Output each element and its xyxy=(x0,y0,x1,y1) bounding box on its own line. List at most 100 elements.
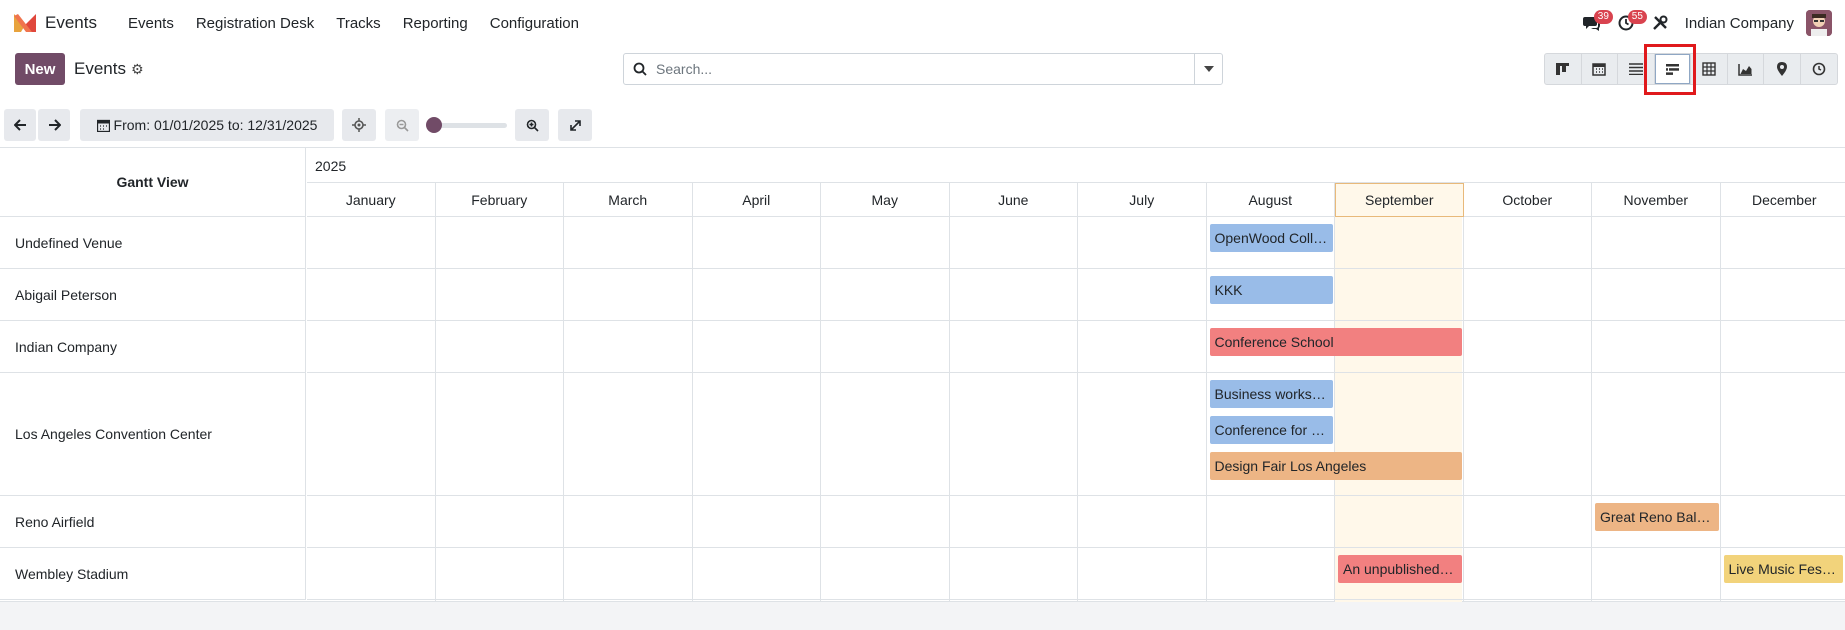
events-app-icon xyxy=(14,14,36,32)
map-view-button[interactable] xyxy=(1764,54,1801,84)
app-brand[interactable]: Events xyxy=(12,12,97,34)
kanban-view-button[interactable] xyxy=(1545,54,1582,84)
previous-period-button[interactable] xyxy=(4,109,36,141)
gantt-pill[interactable]: Business works… xyxy=(1209,380,1333,408)
new-button[interactable]: New xyxy=(15,53,65,85)
row-label[interactable]: Abigail Peterson xyxy=(0,269,306,321)
month-header-march: March xyxy=(564,183,693,217)
date-range-label: From: 01/01/2025 to: 12/31/2025 xyxy=(113,117,318,133)
gear-icon[interactable]: ⚙ xyxy=(131,61,144,78)
graph-view-button[interactable] xyxy=(1728,54,1764,84)
gantt-pill-label: Great Reno Ball… xyxy=(1600,509,1714,525)
row-label[interactable]: Reno Airfield xyxy=(0,496,306,548)
pivot-view-button[interactable] xyxy=(1691,54,1728,84)
focus-today-button[interactable] xyxy=(342,109,376,141)
date-range-picker[interactable]: From: 01/01/2025 to: 12/31/2025 xyxy=(80,109,334,141)
gantt-pill-label: Business works… xyxy=(1214,386,1326,402)
gantt-pill[interactable]: Conference for … xyxy=(1209,416,1333,444)
menu-item-registration-desk[interactable]: Registration Desk xyxy=(185,15,325,32)
caret-down-icon xyxy=(1203,66,1214,72)
row-cells[interactable] xyxy=(307,548,1845,600)
menu-item-reporting[interactable]: Reporting xyxy=(392,15,479,32)
list-view-button[interactable] xyxy=(1618,54,1655,84)
debug-tools-button[interactable] xyxy=(1643,0,1677,46)
gantt-pill-label: Design Fair Los Angeles xyxy=(1214,458,1367,474)
kanban-view-icon xyxy=(1556,63,1570,75)
expand-button[interactable] xyxy=(558,109,592,141)
systray: 39 55 Indian Company xyxy=(1575,0,1845,46)
arrow-right-icon xyxy=(48,119,61,131)
gantt-pill-label: Live Music Festi… xyxy=(1728,561,1839,577)
gantt-view: Gantt View 2025 January February March Apri… xyxy=(0,148,1845,602)
graph-view-icon xyxy=(1738,63,1752,76)
top-navbar: Events Events Registration Desk Tracks R… xyxy=(0,0,1845,46)
crosshair-icon xyxy=(352,118,366,132)
map-marker-icon xyxy=(1776,62,1787,76)
search-icon xyxy=(624,54,656,84)
gantt-pill-label: Conference for … xyxy=(1214,422,1326,438)
calendar-icon xyxy=(96,119,110,132)
gantt-pill[interactable]: Design Fair Los Angeles xyxy=(1209,452,1462,480)
main-menu: Events Registration Desk Tracks Reportin… xyxy=(117,15,590,32)
month-header-february: February xyxy=(435,183,564,217)
gantt-pill[interactable]: An unpublished… xyxy=(1338,555,1462,583)
gantt-title: Gantt View xyxy=(0,148,306,217)
row-cells[interactable] xyxy=(307,217,1845,269)
zoom-out-icon xyxy=(396,119,409,132)
calendar-view-icon xyxy=(1592,63,1606,76)
app-name: Events xyxy=(45,13,97,32)
month-header-september: September xyxy=(1335,183,1464,217)
menu-item-configuration[interactable]: Configuration xyxy=(479,15,590,32)
gantt-pill[interactable]: Great Reno Ball… xyxy=(1595,503,1719,531)
activities-button[interactable]: 55 xyxy=(1609,0,1647,46)
menu-item-events[interactable]: Events xyxy=(117,15,185,32)
gantt-pill[interactable]: KKK xyxy=(1209,276,1333,304)
month-header-may: May xyxy=(821,183,950,217)
calendar-view-button[interactable] xyxy=(1582,54,1618,84)
page-title: Events xyxy=(74,59,126,78)
gantt-pill-label: KKK xyxy=(1214,282,1243,298)
user-avatar[interactable] xyxy=(1806,10,1832,36)
gantt-pill-label: OpenWood Coll… xyxy=(1214,230,1328,246)
pivot-view-icon xyxy=(1702,62,1716,76)
row-label[interactable]: Los Angeles Convention Center xyxy=(0,373,306,496)
gantt-view-icon xyxy=(1665,63,1679,75)
row-label[interactable]: Indian Company xyxy=(0,321,306,373)
zoom-in-button[interactable] xyxy=(515,109,549,141)
zoom-out-button[interactable] xyxy=(385,109,419,141)
month-header-august: August xyxy=(1206,183,1335,217)
row-label[interactable]: Wembley Stadium xyxy=(0,548,306,600)
zoom-in-icon xyxy=(526,119,539,132)
month-header-june: June xyxy=(949,183,1078,217)
zoom-slider-handle[interactable] xyxy=(426,117,442,133)
month-header-october: October xyxy=(1463,183,1592,217)
next-period-button[interactable] xyxy=(38,109,70,141)
breadcrumb: Events ⚙ xyxy=(74,59,144,79)
gantt-pill[interactable]: OpenWood Coll… xyxy=(1209,224,1333,252)
list-view-icon xyxy=(1628,63,1643,75)
menu-item-tracks[interactable]: Tracks xyxy=(325,15,391,32)
activity-view-button[interactable] xyxy=(1801,54,1838,84)
month-header-july: July xyxy=(1078,183,1207,217)
gantt-pill[interactable]: Live Music Festi… xyxy=(1723,555,1843,583)
search-options-toggle[interactable] xyxy=(1194,54,1222,84)
row-label[interactable]: Undefined Venue xyxy=(0,217,306,269)
company-switcher[interactable]: Indian Company xyxy=(1685,15,1794,32)
row-cells[interactable] xyxy=(307,269,1845,321)
month-header-april: April xyxy=(692,183,821,217)
month-header-november: November xyxy=(1592,183,1721,217)
gantt-year-header: 2025 xyxy=(307,148,1845,183)
messages-button[interactable]: 39 xyxy=(1575,0,1613,46)
gantt-pill-label: Conference School xyxy=(1214,334,1334,350)
gantt-view-button[interactable] xyxy=(1654,54,1691,84)
view-switcher xyxy=(1544,53,1838,85)
gantt-pill[interactable]: Conference School xyxy=(1209,328,1462,356)
zoom-slider-track[interactable] xyxy=(433,123,507,128)
row-cells[interactable] xyxy=(307,321,1845,373)
search-input[interactable] xyxy=(656,55,1194,83)
arrow-left-icon xyxy=(13,119,26,131)
month-header-january: January xyxy=(307,183,436,217)
row-cells[interactable] xyxy=(307,373,1845,496)
activity-clock-icon xyxy=(1812,62,1826,76)
search-bar xyxy=(623,53,1223,85)
